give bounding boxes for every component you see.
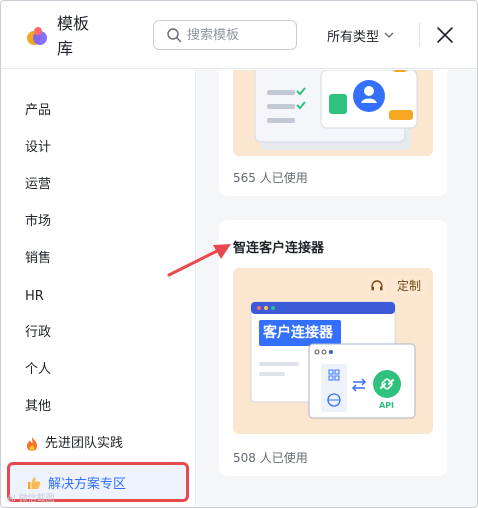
app-title: 模板库	[57, 14, 90, 58]
sidebar-item-marketing[interactable]: 市场	[25, 213, 51, 231]
header: 模板库 所有类型	[1, 1, 477, 69]
sidebar-item-label: 其他	[25, 399, 52, 414]
template-thumbnail	[233, 70, 433, 156]
sidebar-item-label: HR	[25, 289, 44, 304]
usage-count: 565 人已使用	[233, 171, 308, 185]
template-card[interactable]: 565 人已使用	[219, 70, 447, 196]
sidebar-item-label: 个人	[25, 362, 52, 377]
sidebar-item-operations[interactable]: 运营	[25, 176, 51, 194]
type-filter-label: 所有类型	[327, 29, 380, 45]
thumb-heading: 客户连接器	[263, 325, 333, 341]
sidebar-item-label: 产品	[25, 103, 52, 118]
header-divider	[419, 23, 420, 47]
annotation-arrow-icon	[167, 244, 231, 277]
fire-icon	[27, 437, 37, 451]
sidebar-item-sales[interactable]: 销售	[25, 250, 51, 268]
template-card[interactable]: 智连客户连接器 定制 客户连接器 API 508 人已使用	[219, 220, 447, 476]
sidebar-item-product[interactable]: 产品	[25, 102, 51, 120]
sidebar-item-label: 行政	[25, 325, 52, 340]
search-icon	[167, 28, 182, 43]
sidebar-item-label: 先进团队实践	[45, 436, 124, 451]
connector-illustration	[250, 301, 416, 419]
chevron-down-icon	[384, 32, 394, 38]
template-grid: 565 人已使用 智连客户连接器 定制 客户连接器 API 508 人已使用	[197, 70, 477, 507]
sidebar-item-admin[interactable]: 行政	[25, 324, 51, 342]
usage-count: 508 人已使用	[233, 451, 308, 465]
type-filter-dropdown[interactable]: 所有类型	[327, 25, 395, 45]
sidebar-item-personal[interactable]: 个人	[25, 361, 51, 379]
search-box[interactable]	[153, 20, 297, 50]
sidebar-item-label: 解决方案专区	[48, 477, 127, 492]
sidebar-item-design[interactable]: 设计	[25, 139, 51, 157]
watermark: AI 微信截图	[7, 494, 55, 504]
app-logo-icon	[27, 27, 47, 45]
api-label: API	[379, 401, 395, 410]
template-thumbnail: 定制 客户连接器 API	[233, 268, 433, 434]
sidebar-item-label: 销售	[25, 251, 52, 266]
close-icon[interactable]	[433, 23, 457, 47]
sidebar-item-label: 运营	[25, 177, 52, 192]
sidebar-item-label: 市场	[25, 214, 52, 229]
template-title: 智连客户连接器	[233, 241, 325, 256]
sidebar-item-label: 设计	[25, 140, 52, 155]
category-sidebar: 产品 设计 运营 市场 销售 HR 行政 个人 其他 先进团队实践 解决方案专区	[1, 70, 196, 507]
thumbs-up-icon	[28, 476, 41, 489]
search-input[interactable]	[187, 25, 287, 45]
sidebar-item-other[interactable]: 其他	[25, 398, 51, 416]
sidebar-item-hr[interactable]: HR	[25, 288, 44, 306]
sidebar-item-best-practices[interactable]: 先进团队实践	[25, 435, 123, 453]
template-illustration	[254, 70, 418, 150]
template-library-dialog: 模板库 所有类型 产品 设计 运营	[0, 0, 478, 508]
